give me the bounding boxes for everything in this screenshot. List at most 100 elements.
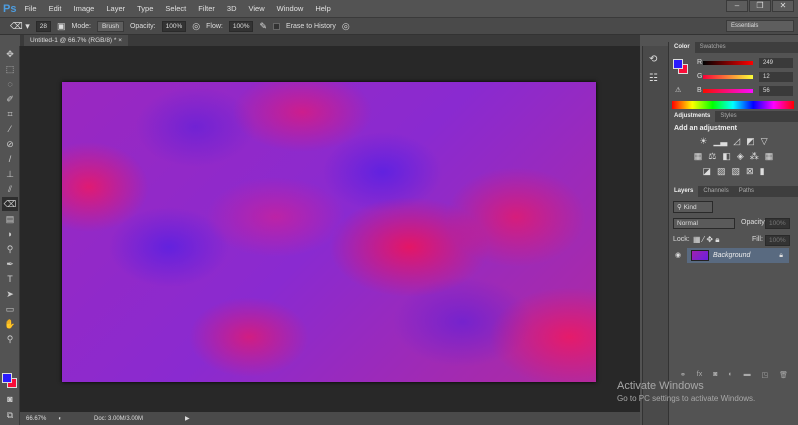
menu-filter[interactable]: Filter — [198, 4, 215, 13]
screen-mode-icon[interactable]: ⧉ — [2, 408, 18, 422]
lasso-tool-icon[interactable]: ◌ — [2, 77, 18, 91]
quick-select-tool-icon[interactable]: ✐ — [2, 92, 18, 106]
eyedropper-tool-icon[interactable]: ⁄ — [2, 122, 18, 136]
tab-channels[interactable]: Channels — [698, 186, 733, 197]
close-button[interactable]: ✕ — [772, 0, 794, 12]
eraser-tool-icon[interactable]: ⌫ — [2, 197, 18, 211]
layer-opacity-input[interactable]: 100% — [765, 218, 790, 229]
layer-row[interactable]: ◉ Background 🔒︎ — [669, 248, 789, 263]
minimize-button[interactable]: – — [726, 0, 748, 12]
r-value[interactable]: 249 — [759, 58, 793, 68]
menu-layer[interactable]: Layer — [106, 4, 125, 13]
color-fg-swatch[interactable] — [673, 59, 683, 69]
photo-filter-icon[interactable]: ◈ — [737, 151, 744, 162]
layer-filter-select[interactable]: ⚲ Kind — [673, 201, 713, 213]
close-tab-icon[interactable]: × — [118, 37, 122, 44]
gradient-map-icon[interactable]: ▮ — [760, 166, 765, 177]
menu-help[interactable]: Help — [315, 4, 330, 13]
brush-tool-icon[interactable]: / — [2, 152, 18, 166]
gradient-tool-icon[interactable]: ▤ — [2, 212, 18, 226]
mode-select[interactable]: Brush — [96, 20, 124, 32]
fill-label: Fill: — [752, 236, 763, 243]
menu-window[interactable]: Window — [277, 4, 304, 13]
path-selection-tool-icon[interactable]: ➤ — [2, 287, 18, 301]
curves-icon[interactable]: ◿ — [733, 136, 740, 147]
menu-file[interactable]: File — [24, 4, 36, 13]
rectangle-tool-icon[interactable]: ▭ — [2, 302, 18, 316]
color-lookup-icon[interactable]: ▦ — [765, 151, 774, 162]
erase-to-history-checkbox[interactable] — [273, 22, 281, 30]
brightness-icon[interactable]: ☀ — [699, 136, 707, 147]
workspace-select[interactable]: Essentials — [726, 20, 794, 32]
tab-adjustments[interactable]: Adjustments — [669, 111, 716, 122]
tab-swatches[interactable]: Swatches — [695, 42, 731, 53]
brush-panel-icon[interactable]: ▣ — [57, 21, 66, 32]
pen-tool-icon[interactable]: ✒ — [2, 257, 18, 271]
tab-styles[interactable]: Styles — [715, 111, 741, 122]
tab-layers[interactable]: Layers — [669, 186, 699, 197]
brush-size-picker[interactable]: 28 — [35, 20, 51, 32]
flow-input[interactable]: 100% — [228, 20, 254, 32]
invert-icon[interactable]: ◪ — [702, 166, 711, 177]
menu-view[interactable]: View — [249, 4, 265, 13]
channel-mixer-icon[interactable]: ⁂ — [750, 151, 759, 162]
history-panel-icon[interactable]: ⟲ — [649, 54, 662, 65]
menu-3d[interactable]: 3D — [227, 4, 237, 13]
pressure-size-icon[interactable]: ◎ — [342, 21, 350, 32]
document-tab[interactable]: Untitled-1 @ 66.7% (RGB/8) * × — [24, 35, 129, 46]
gamut-warning-icon[interactable]: ⚠ — [675, 86, 681, 94]
vibrance-icon[interactable]: ▽ — [761, 136, 768, 147]
menu-type[interactable]: Type — [137, 4, 153, 13]
fill-input[interactable]: 100% — [765, 235, 790, 246]
quick-mask-icon[interactable]: ◙ — [2, 392, 18, 406]
g-slider[interactable] — [703, 75, 753, 79]
foreground-color-swatch[interactable] — [2, 373, 12, 383]
dodge-tool-icon[interactable]: ⚲ — [2, 242, 18, 256]
eraser-tool-preset-icon[interactable]: ⌫ ▾ — [10, 21, 30, 32]
lock-icons[interactable]: ▦ ⁄ ✥ 🔒︎ — [693, 235, 720, 245]
levels-icon[interactable]: ▁▃ — [713, 136, 727, 147]
blend-mode-select[interactable]: Normal — [673, 218, 735, 229]
crop-tool-icon[interactable]: ⌗ — [2, 107, 18, 121]
threshold-icon[interactable]: ▧ — [732, 166, 741, 177]
menu-image[interactable]: Image — [74, 4, 95, 13]
tab-paths[interactable]: Paths — [734, 186, 759, 197]
b-label: B — [697, 87, 702, 94]
color-balance-icon[interactable]: ⚖ — [708, 151, 716, 162]
marquee-tool-icon[interactable]: ⬚ — [2, 62, 18, 76]
hue-saturation-icon[interactable]: ▦ — [694, 151, 703, 162]
history-brush-tool-icon[interactable]: ⫽ — [2, 182, 18, 196]
layer-name[interactable]: Background — [713, 252, 750, 259]
posterize-icon[interactable]: ▨ — [717, 166, 726, 177]
clone-stamp-tool-icon[interactable]: ⊥ — [2, 167, 18, 181]
b-value[interactable]: 56 — [759, 86, 793, 96]
exposure-icon[interactable]: ◩ — [746, 136, 755, 147]
restore-button[interactable]: ❐ — [749, 0, 771, 12]
r-slider[interactable] — [703, 61, 753, 65]
status-info-icon[interactable]: ◐ — [58, 416, 62, 422]
pressure-opacity-icon[interactable]: ◎ — [192, 21, 200, 32]
selective-color-icon[interactable]: ⊠ — [746, 166, 754, 177]
airbrush-icon[interactable]: ✎ — [259, 21, 267, 32]
type-tool-icon[interactable]: T — [2, 272, 18, 286]
healing-brush-tool-icon[interactable]: ⊘ — [2, 137, 18, 151]
move-tool-icon[interactable]: ✥ — [2, 47, 18, 61]
color-spectrum[interactable] — [672, 101, 794, 109]
status-menu-arrow-icon[interactable]: ▶ — [185, 415, 190, 422]
blur-tool-icon[interactable]: ◗ — [2, 227, 18, 241]
menu-edit[interactable]: Edit — [49, 4, 62, 13]
opacity-input[interactable]: 100% — [161, 20, 187, 32]
properties-panel-icon[interactable]: ☷ — [649, 73, 662, 84]
tab-color[interactable]: Color — [669, 42, 695, 53]
delete-layer-icon[interactable]: 🗑︎ — [779, 371, 788, 383]
b-slider[interactable] — [703, 89, 753, 93]
zoom-level[interactable]: 66.67% — [26, 416, 46, 422]
menu-select[interactable]: Select — [165, 4, 186, 13]
new-layer-icon[interactable]: ◳ — [762, 371, 769, 383]
zoom-tool-icon[interactable]: ⚲ — [2, 332, 18, 346]
black-white-icon[interactable]: ◧ — [722, 151, 731, 162]
g-value[interactable]: 12 — [759, 72, 793, 82]
visibility-eye-icon[interactable]: ◉ — [669, 248, 687, 263]
hand-tool-icon[interactable]: ✋ — [2, 317, 18, 331]
document-canvas[interactable] — [62, 82, 596, 382]
